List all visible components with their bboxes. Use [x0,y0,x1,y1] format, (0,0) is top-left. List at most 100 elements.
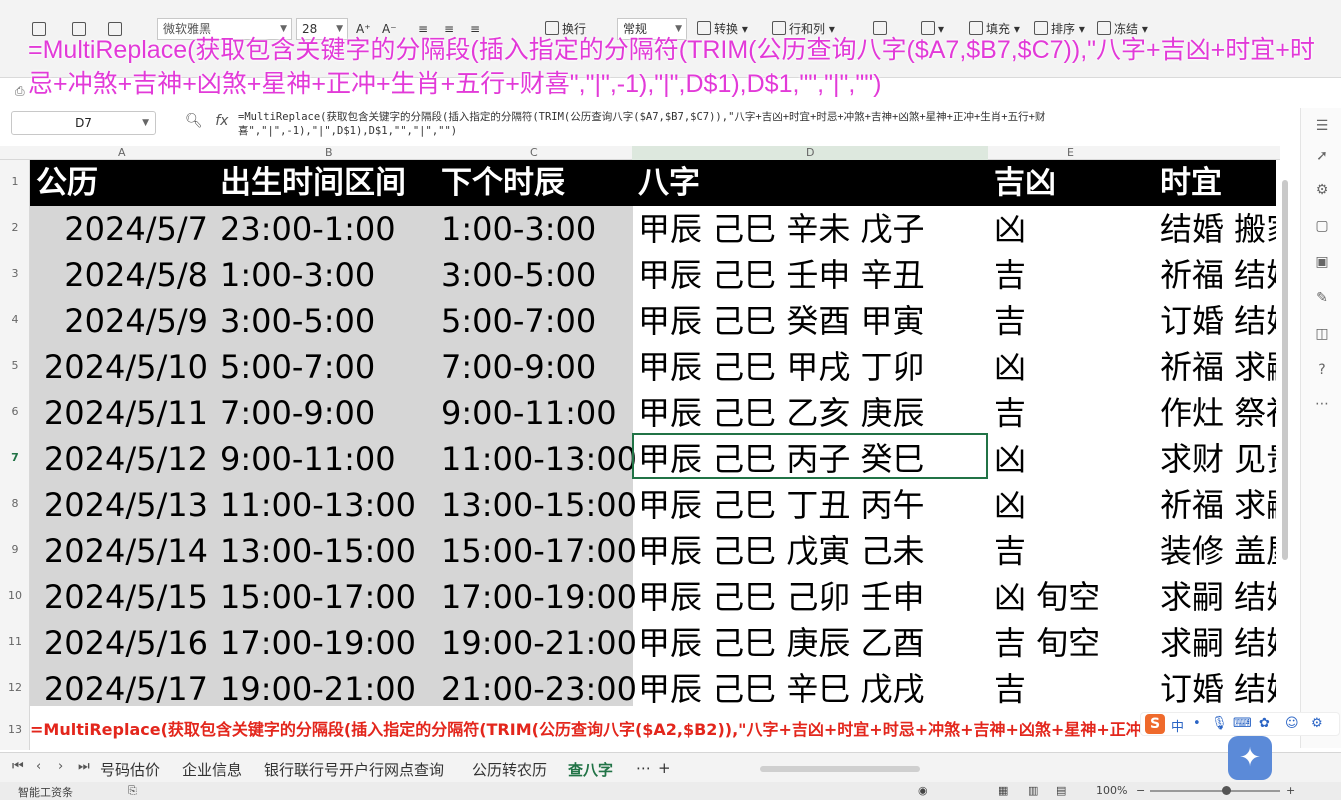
cell-jixiong[interactable]: 吉 [994,298,1026,344]
cell-range[interactable]: 11:00-13:00 [220,482,416,528]
column-header-c[interactable]: C [530,146,538,159]
cell-date[interactable]: 2024/5/14 [44,528,208,574]
ime-mic-icon[interactable]: 🎙︎ [1211,716,1228,731]
cell-range[interactable]: 9:00-11:00 [220,436,396,482]
scrollbar-thumb[interactable] [1282,180,1288,560]
header-cell-shiyi[interactable]: 时宜 [1160,160,1222,206]
cell-jixiong[interactable]: 凶 [994,206,1026,252]
row-header[interactable]: 9 [0,543,30,556]
sliders-icon[interactable]: ⚙ [1313,182,1331,200]
column-header-e[interactable]: E [1067,146,1074,159]
ime-punct-icon[interactable]: • [1193,716,1201,731]
cell-jixiong[interactable]: 吉 旬空 [994,620,1100,666]
next-sheet-icon[interactable]: › [58,759,63,774]
cell-shiyi[interactable]: 求嗣 结婚 [1160,574,1276,620]
assistant-bird-icon[interactable]: ✦ [1228,736,1272,780]
cell-date[interactable]: 2024/5/11 [44,390,208,436]
app-status-label[interactable]: 智能工资条 [18,784,73,800]
menu-icon[interactable]: ☰ [1313,118,1331,136]
cell-next[interactable]: 13:00-15:00 [441,482,637,528]
header-cell-bazi[interactable]: 八字 [638,160,700,206]
cursor-icon[interactable]: ➚ [1313,148,1331,166]
zoom-level[interactable]: 100% [1096,784,1127,797]
zoom-icon[interactable]: 🔍︎ fx [185,113,228,129]
cell-next[interactable]: 9:00-11:00 [441,390,617,436]
header-cell-date[interactable]: 公历 [36,160,98,206]
cell-date[interactable]: 2024/5/9 [64,298,208,344]
document-icon[interactable]: ▢ [1313,218,1331,236]
fx-icon[interactable]: fx [215,113,228,129]
cell-bazi[interactable]: 甲辰 己巳 甲戌 丁卯 [638,344,925,390]
cell-next[interactable]: 3:00-5:00 [441,252,596,298]
cell-jixiong[interactable]: 吉 [994,252,1026,298]
row-header[interactable]: 8 [0,497,30,510]
ime-gear-icon[interactable]: ⚙ [1311,716,1323,731]
column-header-a[interactable]: A [118,146,126,159]
box-icon[interactable]: ◫ [1313,326,1331,344]
help-icon[interactable]: ? [1313,362,1331,380]
row-header[interactable]: 1 [0,175,30,188]
row-header[interactable]: 4 [0,313,30,326]
row13-formula-cell[interactable]: =MultiReplace(获取包含关键字的分隔段(插入指定的分隔符(TRIM(… [30,712,1170,748]
ime-toolbar[interactable]: S 中 • 🎙︎ ⌨ ✿ ☺ ⚙ [1140,712,1340,736]
cell-date[interactable]: 2024/5/8 [64,252,208,298]
column-header-b[interactable]: B [325,146,333,159]
row-header[interactable]: 13 [0,723,30,736]
cell-date[interactable]: 2024/5/16 [44,620,208,666]
first-sheet-icon[interactable]: ⏮ [12,759,24,774]
cell-bazi[interactable]: 甲辰 己巳 己卯 壬申 [638,574,925,620]
more-icon[interactable]: ⋯ [1313,396,1331,414]
add-sheet-button[interactable]: + [658,759,671,777]
cell-shiyi[interactable]: 求财 见贵 [1160,436,1276,482]
cell-jixiong[interactable]: 吉 [994,666,1026,712]
cell-shiyi[interactable]: 订婚 结婚 [1160,298,1276,344]
zoom-slider[interactable] [1150,790,1280,792]
cell-range[interactable]: 7:00-9:00 [220,390,375,436]
vertical-scrollbar[interactable] [1280,160,1290,706]
last-sheet-icon[interactable]: ⏭ [78,759,90,774]
layout-view-icon[interactable]: ▥ [1028,784,1038,797]
cell-shiyi[interactable]: 祈福 求嗣 [1160,482,1276,528]
selected-cell-d7[interactable] [632,433,988,479]
formula-input[interactable]: =MultiReplace(获取包含关键字的分隔段(插入指定的分隔符(TRIM(… [238,110,1250,138]
zoom-in-button[interactable]: + [1286,784,1295,797]
sheet-tab[interactable]: 号码估价 [100,759,160,780]
cell-jixiong[interactable]: 吉 [994,390,1026,436]
cell-range[interactable]: 23:00-1:00 [220,206,396,252]
cell-jixiong[interactable]: 凶 旬空 [994,574,1100,620]
horizontal-scrollbar[interactable] [760,766,920,772]
zoom-out-button[interactable]: − [1136,784,1145,797]
page-break-view-icon[interactable]: ▤ [1056,784,1066,797]
cell-next[interactable]: 5:00-7:00 [441,298,596,344]
cell-jixiong[interactable]: 吉 [994,528,1026,574]
row-header-selected[interactable]: 7 [0,451,30,464]
cell-range[interactable]: 19:00-21:00 [220,666,416,712]
ime-tools-icon[interactable]: ⌨ [1233,716,1252,731]
spreadsheet-grid[interactable]: 公历 出生时间区间 下个时辰 八字 吉凶 时宜 2024/5/7 23:00-1:… [30,160,1276,708]
sheet-tab-active[interactable]: 查八字 [568,759,614,784]
row-header[interactable]: 12 [0,681,30,694]
cell-next[interactable]: 21:00-23:00 [441,666,637,712]
header-cell-next[interactable]: 下个时辰 [441,160,565,206]
cell-shiyi[interactable]: 祈福 结婚 [1160,252,1276,298]
row-header[interactable]: 11 [0,635,30,648]
cell-shiyi[interactable]: 祈福 求嗣 [1160,344,1276,390]
row-header[interactable]: 6 [0,405,30,418]
ime-skin-icon[interactable]: ✿ [1259,716,1270,731]
cell-next[interactable]: 1:00-3:00 [441,206,596,252]
cell-next[interactable]: 19:00-21:00 [441,620,637,666]
cell-date[interactable]: 2024/5/15 [44,574,208,620]
cell-next[interactable]: 17:00-19:00 [441,574,637,620]
cell-date[interactable]: 2024/5/12 [44,436,208,482]
row-header[interactable]: 2 [0,221,30,234]
name-box[interactable]: D7 ▼ [11,111,156,135]
ime-language-icon[interactable]: 中 [1171,716,1184,735]
cell-range[interactable]: 15:00-17:00 [220,574,416,620]
picture-icon[interactable]: ▣ [1313,254,1331,272]
tools-icon[interactable]: ✎ [1313,290,1331,308]
column-header-d[interactable]: D [806,146,814,159]
header-cell-jixiong[interactable]: 吉凶 [994,160,1056,206]
sheet-tab[interactable]: 公历转农历 [472,759,547,780]
cell-jixiong[interactable]: 凶 [994,436,1026,482]
cell-shiyi[interactable]: 求嗣 结婚 [1160,620,1276,666]
